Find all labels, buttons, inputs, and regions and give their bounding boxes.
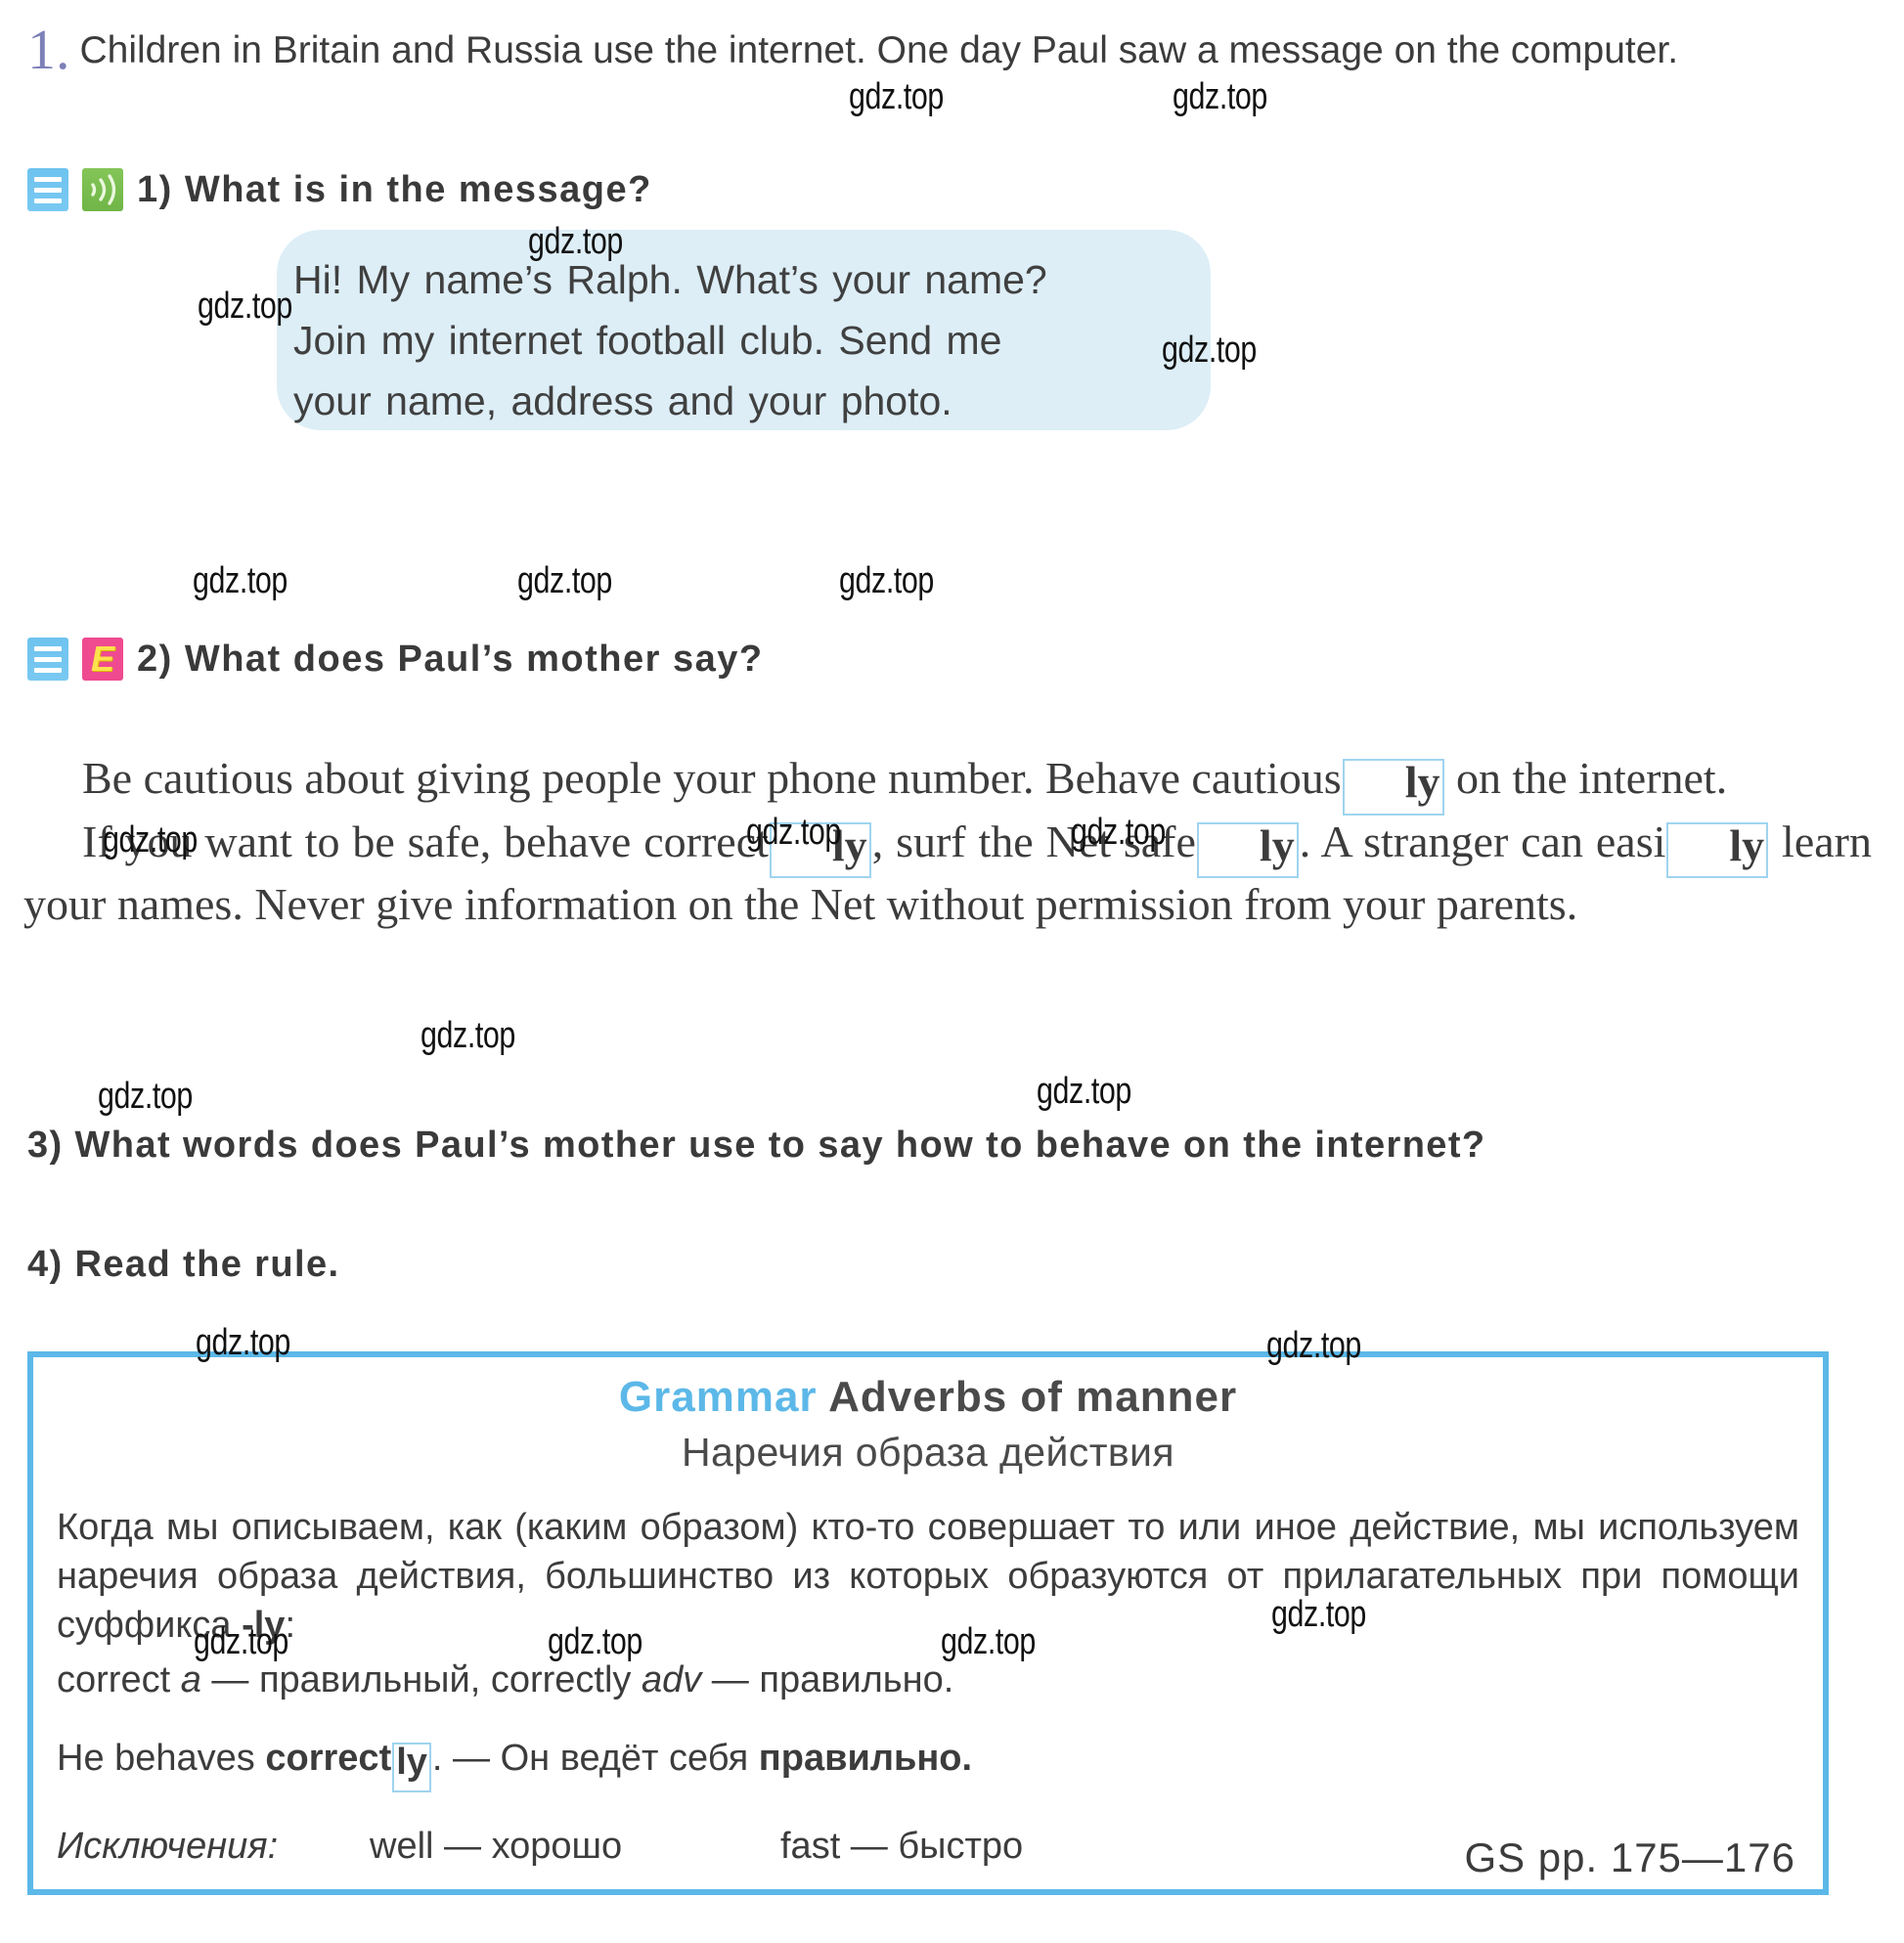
example-translation-adv: — правильно. [701, 1659, 954, 1700]
exercise-e-icon: E [82, 638, 123, 681]
example-word-correct: correct [57, 1659, 181, 1700]
subtask-2-row: E 2) What does Paul’s mother say? [27, 638, 764, 681]
message-line-2: Join my internet football club. Send me [293, 318, 1002, 363]
subtask-4-label: 4) Read the rule. [27, 1244, 340, 1285]
example-translation-adj: — правильный, correctly [200, 1659, 642, 1700]
example-pos-adv: adv [641, 1659, 702, 1700]
mother-paragraph-2: If you want to be safe, behave correct ly… [23, 812, 1872, 936]
ly-highlight-box: ly [1342, 759, 1444, 816]
sentence-bold-correct: correct [265, 1738, 392, 1779]
subtask-1-row: 1) What is in the message? [27, 168, 652, 211]
sentence-bold-russian: правильно. [758, 1738, 973, 1779]
grammar-title: Grammar Adverbs of manner [33, 1373, 1823, 1422]
grammar-paragraph: Когда мы описываем, как (каким образом) … [57, 1503, 1799, 1650]
grammar-title-topic: Adverbs of manner [828, 1373, 1238, 1421]
watermark: gdz.top [1037, 1071, 1131, 1112]
exceptions-label: Исключения: [57, 1825, 279, 1867]
grammar-paragraph-text: Когда мы описываем, как (каким образом) … [57, 1507, 1799, 1646]
list-icon [27, 168, 68, 211]
mother-p1-part-b: on the internet. [1444, 753, 1728, 803]
mother-p2-part-b: , surf the Net safe [871, 816, 1196, 866]
grammar-rule-box: Grammar Adverbs of manner Наречия образа… [27, 1351, 1829, 1895]
grammar-support-reference: GS pp. 175—176 [1464, 1834, 1795, 1880]
watermark: gdz.top [839, 560, 934, 601]
grammar-example-line: correct a — правильный, correctly adv — … [57, 1656, 1799, 1704]
sentence-part-b: . — Он ведёт себя [431, 1738, 759, 1779]
watermark: gdz.top [421, 1015, 515, 1056]
watermark: gdz.top [1173, 76, 1267, 117]
mother-p2-part-c: . A stranger can easi [1299, 816, 1666, 866]
message-line-3: your name, address and your photo. [293, 378, 952, 423]
grammar-title-keyword: Grammar [618, 1373, 818, 1421]
subtask-3-label: 3) What words does Paul’s mother use to … [27, 1125, 1486, 1166]
subtask-1-label: 1) What is in the message? [137, 168, 652, 210]
task-number: 1. [27, 18, 70, 81]
grammar-body: Когда мы описываем, как (каким образом) … [57, 1503, 1799, 1871]
grammar-subtitle-russian: Наречия образа действия [682, 1430, 1174, 1475]
watermark: gdz.top [849, 76, 944, 117]
mother-p2-part-a: If you want to be safe, behave correct [82, 816, 769, 866]
textbook-page: 1. Children in Britain and Russia use the… [0, 0, 1904, 1943]
sentence-part-a: He behaves [57, 1738, 266, 1779]
ly-highlight-box: ly [769, 821, 871, 879]
example-pos-adj: a [180, 1659, 201, 1700]
task-1-header: 1. Children in Britain and Russia use the… [27, 22, 1866, 78]
exception-item-1: well — хорошо [370, 1825, 623, 1867]
grammar-sentence-example: He behaves correct ly. — Он ведёт себя пр… [57, 1734, 1799, 1792]
mother-advice-text: Be cautious about giving people your pho… [23, 748, 1872, 935]
message-line-1: Hi! My name’s Ralph. What’s your name? [293, 257, 1047, 302]
task-intro-text: Children in Britain and Russia use the i… [79, 29, 1679, 71]
ly-highlight-box: ly [1666, 821, 1769, 879]
mother-p1-part-a: Be cautious about giving people your pho… [82, 753, 1342, 803]
ly-highlight-box: ly [392, 1743, 431, 1792]
watermark: gdz.top [98, 1076, 193, 1117]
audio-icon [82, 168, 123, 211]
message-text: Hi! My name’s Ralph. What’s your name? J… [293, 249, 1203, 431]
watermark: gdz.top [517, 560, 612, 601]
subtask-2-label: 2) What does Paul’s mother say? [137, 638, 764, 680]
watermark: gdz.top [193, 560, 288, 601]
ly-highlight-box: ly [1196, 821, 1299, 879]
grammar-suffix: -ly [242, 1605, 286, 1646]
exception-item-2: fast — быстро [780, 1825, 1024, 1867]
list-icon [27, 638, 68, 681]
grammar-paragraph-colon: : [285, 1605, 295, 1646]
mother-paragraph-1: Be cautious about giving people your pho… [23, 748, 1872, 816]
